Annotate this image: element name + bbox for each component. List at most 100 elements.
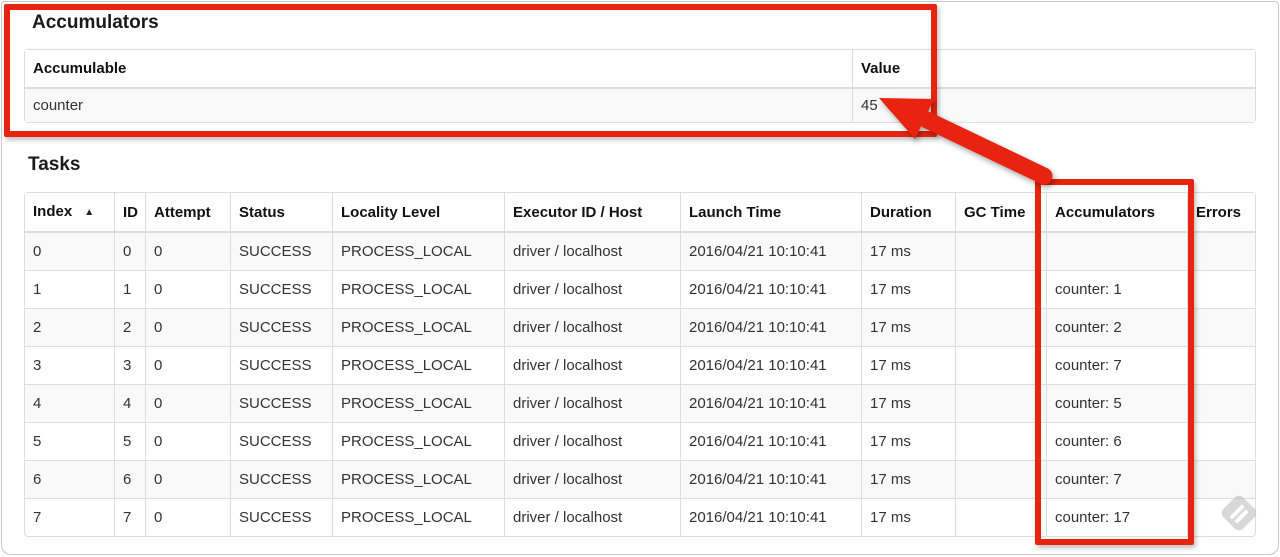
column-header-value: Value xyxy=(852,50,1255,89)
task-row: 3 3 0 SUCCESS PROCESS_LOCAL driver / loc… xyxy=(25,346,1255,384)
task-row: 7 7 0 SUCCESS PROCESS_LOCAL driver / loc… xyxy=(25,498,1255,536)
accumulators-heading: Accumulators xyxy=(32,12,159,33)
column-header-status[interactable]: Status xyxy=(230,193,332,233)
cell-attempt: 0 xyxy=(145,498,230,536)
column-header-launch-time[interactable]: Launch Time xyxy=(680,193,861,233)
cell-accumulators: counter: 5 xyxy=(1046,384,1187,422)
cell-id: 1 xyxy=(114,270,145,308)
cell-gc-time xyxy=(955,422,1046,460)
cell-executor-id-host: driver / localhost xyxy=(504,233,680,270)
cell-locality-level: PROCESS_LOCAL xyxy=(332,308,504,346)
cell-locality-level: PROCESS_LOCAL xyxy=(332,384,504,422)
cell-executor-id-host: driver / localhost xyxy=(504,384,680,422)
cell-locality-level: PROCESS_LOCAL xyxy=(332,498,504,536)
cell-executor-id-host: driver / localhost xyxy=(504,498,680,536)
task-row: 4 4 0 SUCCESS PROCESS_LOCAL driver / loc… xyxy=(25,384,1255,422)
cell-status: SUCCESS xyxy=(230,270,332,308)
cell-status: SUCCESS xyxy=(230,460,332,498)
cell-gc-time xyxy=(955,384,1046,422)
cell-duration: 17 ms xyxy=(861,460,955,498)
column-header-locality-level[interactable]: Locality Level xyxy=(332,193,504,233)
cell-index: 3 xyxy=(25,346,114,384)
cell-index: 5 xyxy=(25,422,114,460)
cell-executor-id-host: driver / localhost xyxy=(504,308,680,346)
cell-id: 3 xyxy=(114,346,145,384)
column-header-executor-id-host[interactable]: Executor ID / Host xyxy=(504,193,680,233)
cell-errors xyxy=(1187,270,1255,308)
cell-accumulators: counter: 6 xyxy=(1046,422,1187,460)
cell-accumulators xyxy=(1046,233,1187,270)
cell-status: SUCCESS xyxy=(230,346,332,384)
cell-accumulators: counter: 17 xyxy=(1046,498,1187,536)
task-row: 0 0 0 SUCCESS PROCESS_LOCAL driver / loc… xyxy=(25,233,1255,270)
cell-accumulators: counter: 2 xyxy=(1046,308,1187,346)
cell-locality-level: PROCESS_LOCAL xyxy=(332,460,504,498)
column-header-gc-time[interactable]: GC Time xyxy=(955,193,1046,233)
cell-status: SUCCESS xyxy=(230,498,332,536)
cell-launch-time: 2016/04/21 10:10:41 xyxy=(680,346,861,384)
cell-status: SUCCESS xyxy=(230,308,332,346)
cell-gc-time xyxy=(955,270,1046,308)
cell-launch-time: 2016/04/21 10:10:41 xyxy=(680,422,861,460)
cell-executor-id-host: driver / localhost xyxy=(504,346,680,384)
column-header-attempt[interactable]: Attempt xyxy=(145,193,230,233)
cell-index: 4 xyxy=(25,384,114,422)
cell-errors xyxy=(1187,422,1255,460)
cell-id: 7 xyxy=(114,498,145,536)
cell-accumulators: counter: 1 xyxy=(1046,270,1187,308)
cell-locality-level: PROCESS_LOCAL xyxy=(332,270,504,308)
accumulators-header-row: Accumulable Value xyxy=(25,50,1255,89)
column-header-duration[interactable]: Duration xyxy=(861,193,955,233)
column-header-id[interactable]: ID xyxy=(114,193,145,233)
cell-executor-id-host: driver / localhost xyxy=(504,422,680,460)
cell-index: 2 xyxy=(25,308,114,346)
cell-duration: 17 ms xyxy=(861,384,955,422)
cell-executor-id-host: driver / localhost xyxy=(504,460,680,498)
cell-status: SUCCESS xyxy=(230,384,332,422)
cell-launch-time: 2016/04/21 10:10:41 xyxy=(680,384,861,422)
page-content: Accumulators Accumulable Value counter 4… xyxy=(2,2,1278,537)
spark-ui-page: Accumulators Accumulable Value counter 4… xyxy=(1,1,1279,555)
cell-id: 5 xyxy=(114,422,145,460)
cell-accumulators: counter: 7 xyxy=(1046,460,1187,498)
column-header-accumulable: Accumulable xyxy=(25,50,852,89)
cell-errors xyxy=(1187,308,1255,346)
cell-attempt: 0 xyxy=(145,422,230,460)
cell-errors xyxy=(1187,346,1255,384)
cell-attempt: 0 xyxy=(145,460,230,498)
tasks-heading: Tasks xyxy=(28,154,81,175)
sort-ascending-icon: ▲ xyxy=(84,207,95,218)
cell-launch-time: 2016/04/21 10:10:41 xyxy=(680,460,861,498)
cell-accumulable: counter xyxy=(33,97,84,114)
column-header-errors[interactable]: Errors xyxy=(1187,193,1255,233)
cell-status: SUCCESS xyxy=(230,422,332,460)
cell-locality-level: PROCESS_LOCAL xyxy=(332,346,504,384)
skitch-watermark-icon xyxy=(1221,495,1257,531)
cell-gc-time xyxy=(955,346,1046,384)
cell-attempt: 0 xyxy=(145,384,230,422)
cell-index: 7 xyxy=(25,498,114,536)
cell-duration: 17 ms xyxy=(861,422,955,460)
task-row: 5 5 0 SUCCESS PROCESS_LOCAL driver / loc… xyxy=(25,422,1255,460)
cell-errors xyxy=(1187,233,1255,270)
column-header-index[interactable]: Index ▲ xyxy=(25,193,114,233)
cell-duration: 17 ms xyxy=(861,233,955,270)
cell-gc-time xyxy=(955,498,1046,536)
cell-launch-time: 2016/04/21 10:10:41 xyxy=(680,270,861,308)
cell-duration: 17 ms xyxy=(861,270,955,308)
cell-attempt: 0 xyxy=(145,308,230,346)
cell-index: 1 xyxy=(25,270,114,308)
cell-duration: 17 ms xyxy=(861,498,955,536)
cell-id: 0 xyxy=(114,233,145,270)
cell-attempt: 0 xyxy=(145,346,230,384)
cell-gc-time xyxy=(955,308,1046,346)
cell-duration: 17 ms xyxy=(861,308,955,346)
column-header-accumulators[interactable]: Accumulators xyxy=(1046,193,1187,233)
task-row: 2 2 0 SUCCESS PROCESS_LOCAL driver / loc… xyxy=(25,308,1255,346)
cell-status: SUCCESS xyxy=(230,233,332,270)
cell-index: 6 xyxy=(25,460,114,498)
cell-errors xyxy=(1187,384,1255,422)
cell-launch-time: 2016/04/21 10:10:41 xyxy=(680,233,861,270)
cell-locality-level: PROCESS_LOCAL xyxy=(332,233,504,270)
cell-launch-time: 2016/04/21 10:10:41 xyxy=(680,498,861,536)
